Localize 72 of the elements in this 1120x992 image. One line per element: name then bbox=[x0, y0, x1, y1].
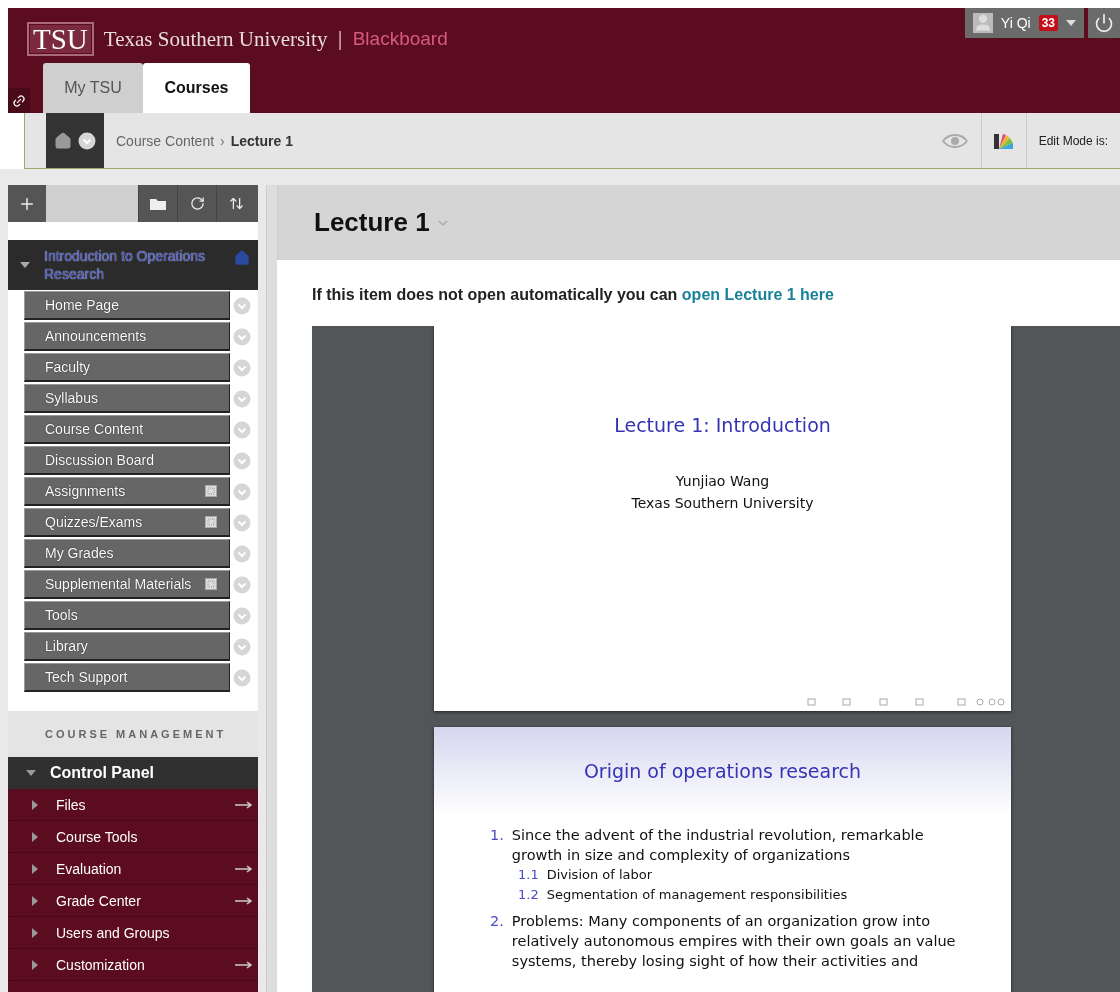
collapse-triangle-icon[interactable] bbox=[20, 260, 30, 270]
course-menu-item[interactable]: Course Content bbox=[24, 415, 230, 444]
control-panel-item[interactable]: Grade Center bbox=[56, 892, 219, 909]
nav-tab[interactable]: My TSU bbox=[43, 63, 143, 113]
list-number: 1. bbox=[490, 826, 504, 845]
course-menu-item[interactable]: Syllabus bbox=[24, 384, 230, 413]
list-number: 1.2 bbox=[518, 886, 539, 904]
slide-text: Texas Southern University bbox=[631, 494, 814, 513]
course-menu-item[interactable]: Announcements bbox=[24, 322, 230, 351]
expand-triangle-icon[interactable] bbox=[30, 831, 40, 842]
expand-triangle-icon[interactable] bbox=[30, 895, 40, 906]
course-menu-item[interactable]: Tools bbox=[24, 601, 230, 630]
expand-triangle-icon[interactable] bbox=[30, 799, 40, 810]
logout-button[interactable] bbox=[1088, 8, 1120, 38]
slide-title: Origin of operations research bbox=[583, 760, 862, 782]
user-name: Yi Qi bbox=[1000, 15, 1031, 31]
list-text: Division of labor bbox=[546, 866, 653, 884]
course-menu-item[interactable]: Supplemental Materials bbox=[24, 570, 230, 599]
page-title: Lecture 1 bbox=[314, 207, 430, 238]
control-panel-item[interactable]: Users and Groups bbox=[56, 924, 253, 941]
breadcrumb-separator: › bbox=[220, 132, 225, 149]
right-arrow-icon[interactable] bbox=[235, 960, 253, 969]
course-menu-item[interactable]: Tech Support bbox=[24, 663, 230, 692]
nav-tab[interactable]: Courses bbox=[143, 63, 250, 113]
slide-text: Yunjiao Wang bbox=[675, 472, 770, 491]
list-text: Problems: Many components of an organization grow into relatively autonomous empires with their own goals an value systems, thereby losing sight of how their activities and bbox=[511, 912, 957, 971]
edit-mode-label: Edit Mode is: bbox=[1038, 133, 1108, 148]
course-menu-item[interactable]: Quizzes/Exams bbox=[24, 508, 230, 537]
course-menu-item[interactable]: Home Page bbox=[24, 291, 230, 320]
course-menu-item[interactable]: Faculty bbox=[24, 353, 230, 382]
open-lecture-link[interactable]: open Lecture 1 here bbox=[681, 286, 834, 303]
open-item-notice: If this item does not open automatically you can open Lecture 1 here bbox=[312, 286, 835, 305]
breadcrumb-link[interactable]: Lecture 1 bbox=[230, 132, 293, 149]
title-separator: | bbox=[337, 27, 343, 51]
course-menu-item[interactable]: Library bbox=[24, 632, 230, 661]
slide-title: Lecture 1: Introduction bbox=[614, 414, 831, 436]
expand-triangle-icon[interactable] bbox=[30, 959, 40, 970]
color-palette-icon[interactable] bbox=[993, 131, 1014, 150]
home-icon bbox=[54, 131, 72, 150]
collapse-triangle-icon[interactable] bbox=[1066, 18, 1076, 28]
user-menu[interactable]: Yi Qi 33 bbox=[964, 8, 1084, 38]
control-panel-item[interactable]: Course Tools bbox=[56, 828, 253, 845]
expand-triangle-icon[interactable] bbox=[30, 863, 40, 874]
right-arrow-icon[interactable] bbox=[235, 800, 253, 809]
power-icon[interactable] bbox=[1094, 13, 1114, 33]
course-menu-item[interactable]: Discussion Board bbox=[24, 446, 230, 475]
course-menu-item[interactable]: My Grades bbox=[24, 539, 230, 568]
right-arrow-icon[interactable] bbox=[235, 864, 253, 873]
control-panel-item[interactable]: Customization bbox=[56, 956, 219, 973]
logo[interactable]: TSU bbox=[27, 22, 94, 56]
course-menu-item[interactable]: Assignments bbox=[24, 477, 230, 506]
sidebar-resize-handle[interactable] bbox=[266, 185, 277, 992]
breadcrumb-link[interactable]: Course Content bbox=[116, 132, 215, 149]
list-text: Segmentation of management responsibilities bbox=[546, 886, 848, 904]
control-panel-item[interactable]: Files bbox=[56, 796, 219, 813]
notification-badge: 33 bbox=[1038, 15, 1058, 31]
list-number: 1.1 bbox=[518, 866, 539, 884]
list-text: Since the advent of the industrial revolution, remarkable growth in size and complexity of organizations bbox=[511, 826, 925, 865]
home-menu-button[interactable] bbox=[46, 113, 104, 168]
avatar-icon bbox=[972, 13, 993, 33]
list-number: 2. bbox=[490, 912, 504, 931]
link-icon[interactable] bbox=[8, 88, 30, 113]
collapse-triangle-icon[interactable] bbox=[26, 768, 36, 778]
control-panel-item[interactable]: Evaluation bbox=[56, 860, 219, 877]
section-heading: COURSE MANAGEMENT bbox=[45, 728, 227, 740]
chevron-circle-icon[interactable] bbox=[78, 131, 96, 150]
site-title: Texas Southern University bbox=[103, 26, 328, 52]
expand-triangle-icon[interactable] bbox=[30, 927, 40, 938]
control-panel-header[interactable]: Control Panel bbox=[8, 757, 258, 789]
menu-search-field[interactable] bbox=[46, 185, 138, 222]
right-arrow-icon[interactable] bbox=[235, 896, 253, 905]
product-name: Blackboard bbox=[352, 28, 448, 50]
